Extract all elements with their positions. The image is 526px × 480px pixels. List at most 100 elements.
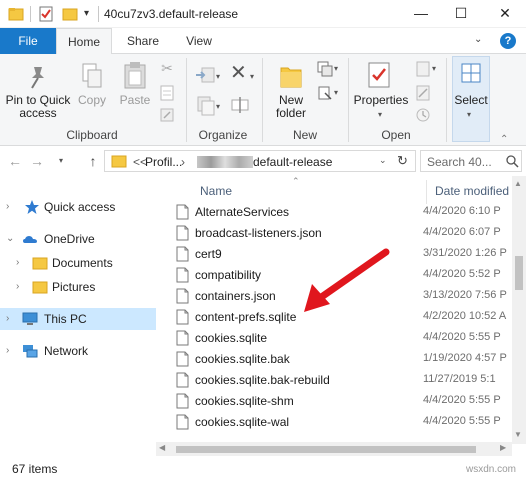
horizontal-scrollbar[interactable]: ◀ ▶ <box>156 442 512 456</box>
maximize-button[interactable]: ☐ <box>446 0 476 28</box>
new-item-dropdown[interactable]: ▾ <box>334 64 338 73</box>
move-to-dropdown[interactable]: ▾ <box>216 72 220 81</box>
title-divider <box>98 6 99 22</box>
customize-toolbar-dropdown[interactable]: ▾ <box>84 5 96 23</box>
address-field[interactable]: << Profil... › default-release ⌄ ↻ <box>104 150 416 172</box>
file-row[interactable]: cookies.sqlite.bak 1/19/2020 4:57 P <box>168 349 508 370</box>
file-icon <box>176 309 189 325</box>
expand-ribbon-icon[interactable]: ⌄ <box>474 34 482 45</box>
file-row[interactable]: cookies.sqlite 4/4/2020 5:55 P <box>168 328 508 349</box>
delete-dropdown[interactable]: ▾ <box>250 72 254 81</box>
open-dropdown[interactable]: ▾ <box>432 64 436 73</box>
watermark-text: wsxdn.com <box>466 464 517 475</box>
address-dropdown-icon[interactable]: ⌄ <box>379 155 387 166</box>
file-row[interactable]: cookies.sqlite-wal 4/4/2020 5:55 P <box>168 412 508 433</box>
folder-icon[interactable] <box>8 5 24 23</box>
history-icon[interactable] <box>414 106 432 124</box>
scroll-right-icon[interactable]: ▶ <box>500 443 506 452</box>
folder-icon <box>32 281 48 294</box>
copy-icon <box>82 63 102 88</box>
collapse-ribbon-icon[interactable]: ⌃ <box>500 134 508 145</box>
nav-item-quick-access[interactable]: › Quick access <box>0 196 156 218</box>
collapse-chevron-icon[interactable]: ⌄ <box>6 228 14 250</box>
select-dropdown[interactable]: ▾ <box>467 110 471 119</box>
scroll-up-icon[interactable]: ▲ <box>514 179 522 188</box>
network-icon <box>23 345 38 358</box>
tab-file[interactable]: File <box>0 28 56 54</box>
rename-icon[interactable] <box>230 94 250 116</box>
cut-icon[interactable]: ✂ <box>158 60 176 78</box>
breadcrumb-current[interactable]: default-release <box>253 155 332 169</box>
nav-item-documents[interactable]: › Documents <box>0 252 156 274</box>
folder-icon <box>32 257 48 270</box>
file-icon <box>176 225 189 241</box>
search-input[interactable]: Search 40... <box>420 150 522 172</box>
file-name: compatibility <box>195 268 262 282</box>
expand-chevron-icon[interactable]: › <box>6 196 9 218</box>
minimize-button[interactable]: — <box>406 0 436 28</box>
expand-chevron-icon[interactable]: › <box>16 276 19 298</box>
tab-view[interactable]: View <box>174 28 224 54</box>
scroll-thumb[interactable] <box>176 446 476 453</box>
copy-to-dropdown[interactable]: ▾ <box>216 102 220 111</box>
easy-access-icon[interactable] <box>316 84 334 102</box>
copy-button[interactable]: Copy <box>74 94 110 107</box>
tab-share[interactable]: Share <box>116 28 170 54</box>
column-divider[interactable] <box>426 180 427 204</box>
file-name: broadcast-listeners.json <box>195 226 322 240</box>
scroll-thumb[interactable] <box>515 256 523 290</box>
file-row[interactable]: cookies.sqlite.bak-rebuild 11/27/2019 5:1 <box>168 370 508 391</box>
expand-chevron-icon[interactable]: › <box>6 308 9 330</box>
nav-item-onedrive[interactable]: ⌄ OneDrive <box>0 228 156 250</box>
nav-item-this-pc[interactable]: › This PC <box>0 308 156 330</box>
file-row[interactable]: AlternateServices 4/4/2020 6:10 P <box>168 202 508 223</box>
column-header-name[interactable]: Name <box>200 184 232 198</box>
back-arrow-icon[interactable]: ← <box>6 152 24 170</box>
star-icon <box>25 200 39 214</box>
window-title: 40cu7zv3.default-release <box>104 7 239 21</box>
nav-item-network[interactable]: › Network <box>0 340 156 362</box>
tab-home[interactable]: Home <box>56 28 112 55</box>
delete-icon[interactable]: ✕ <box>230 62 250 84</box>
recent-locations-dropdown[interactable]: ▾ <box>52 152 70 170</box>
status-bar: 67 items wsxdn.com <box>0 456 526 480</box>
paste-button[interactable]: Paste <box>116 94 154 107</box>
file-name: cert9 <box>195 247 222 261</box>
file-name: cookies.sqlite.bak-rebuild <box>195 373 330 387</box>
easy-access-dropdown[interactable]: ▾ <box>334 88 338 97</box>
help-icon[interactable]: ? <box>500 33 516 49</box>
forward-arrow-icon[interactable]: → <box>28 152 46 170</box>
up-arrow-icon[interactable]: ↑ <box>84 152 102 170</box>
file-icon <box>176 204 189 220</box>
properties-dropdown[interactable]: ▾ <box>378 110 382 119</box>
file-date: 4/4/2020 5:55 P <box>423 331 501 343</box>
new-folder-icon[interactable] <box>62 5 78 23</box>
column-header-date[interactable]: Date modified <box>435 184 509 198</box>
copy-path-icon[interactable] <box>158 84 176 102</box>
refresh-icon[interactable]: ↻ <box>397 153 408 169</box>
new-folder-button[interactable]: New folder <box>268 94 314 120</box>
breadcrumb-chevron-icon[interactable]: › <box>181 155 185 169</box>
paste-shortcut-icon[interactable] <box>158 106 176 124</box>
scroll-left-icon[interactable]: ◀ <box>159 443 165 452</box>
breadcrumb-profiles[interactable]: Profil... <box>145 155 182 169</box>
clipboard-group-label: Clipboard <box>66 128 118 142</box>
edit-icon[interactable] <box>414 84 432 102</box>
expand-chevron-icon[interactable]: › <box>6 340 9 362</box>
new-folder-large-icon <box>280 67 302 88</box>
close-button[interactable]: ✕ <box>490 0 520 28</box>
cloud-icon <box>23 236 37 243</box>
copy-to-icon[interactable] <box>194 94 216 116</box>
nav-item-pictures[interactable]: › Pictures <box>0 276 156 298</box>
properties-check-icon[interactable] <box>38 5 54 23</box>
open-icon[interactable] <box>414 60 432 78</box>
file-row[interactable]: cookies.sqlite-shm 4/4/2020 5:55 P <box>168 391 508 412</box>
file-icon <box>176 351 189 367</box>
properties-button[interactable]: Properties <box>352 94 410 107</box>
scroll-down-icon[interactable]: ▼ <box>514 430 522 439</box>
new-item-icon[interactable] <box>316 60 334 78</box>
pin-to-quick-access-button[interactable]: Pin to Quick access <box>4 94 72 120</box>
move-to-icon[interactable] <box>194 64 216 86</box>
expand-chevron-icon[interactable]: › <box>16 252 19 274</box>
vertical-scrollbar[interactable]: ▲ ▼ <box>512 176 526 444</box>
